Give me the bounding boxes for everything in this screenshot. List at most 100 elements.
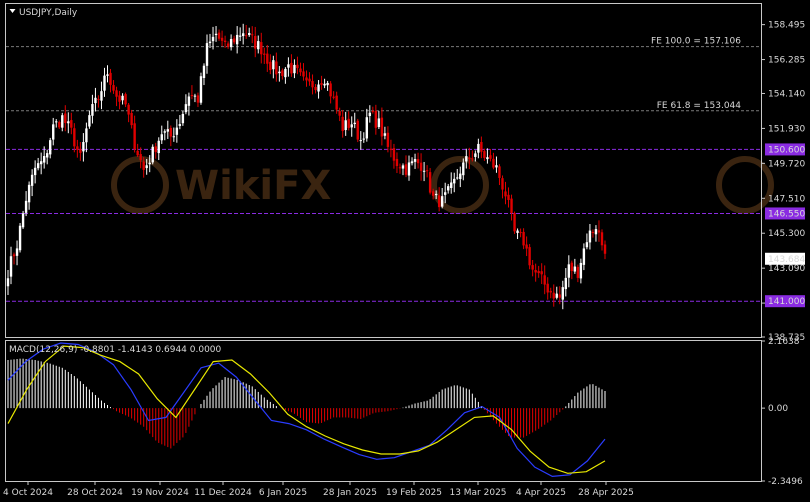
candle-body — [546, 283, 549, 293]
candle-body — [374, 110, 378, 128]
candle-body — [290, 62, 293, 74]
candle-body — [338, 111, 341, 116]
candle-body — [36, 163, 40, 169]
candle-body — [371, 110, 375, 112]
candle-body — [187, 96, 191, 106]
candle-body — [15, 248, 19, 256]
candle-body — [39, 161, 43, 165]
candle-body — [474, 153, 477, 157]
candle-body — [281, 70, 284, 76]
candle-body — [359, 140, 362, 142]
candle-body — [251, 34, 254, 36]
candle-body — [18, 225, 22, 251]
candle-body — [558, 294, 561, 298]
candle-body — [377, 118, 381, 128]
candle-body — [320, 83, 323, 85]
candle-body — [443, 192, 447, 195]
candle-body — [540, 271, 543, 275]
candle-body — [85, 128, 88, 143]
candle-body — [127, 104, 130, 115]
time-axis-label: 28 Oct 2024 — [67, 488, 123, 498]
candle-body — [486, 157, 489, 160]
candle-body — [136, 150, 139, 156]
candle-body — [106, 74, 109, 76]
candle-body — [597, 230, 601, 233]
price-axis-label: 156.285 — [768, 56, 805, 66]
candle-body — [205, 43, 209, 66]
time-axis-label: 6 Jan 2025 — [259, 488, 307, 498]
wikifx-logo-icon — [111, 156, 169, 214]
usdjpy-chart: WikiFX FE 100.0 = 157.106 FE 61.8 = 153.0… — [3, 3, 805, 498]
price-axis-label: 147.510 — [768, 194, 805, 204]
candle-body — [166, 129, 170, 132]
candle-body — [450, 182, 453, 188]
candle-body — [585, 242, 589, 248]
fib-level-label: FE 100.0 = 157.106 — [651, 37, 741, 47]
candle-body — [308, 78, 311, 82]
candle-body — [576, 266, 580, 278]
candle-body — [223, 40, 227, 43]
candle-body — [552, 292, 555, 299]
candle-body — [229, 38, 233, 48]
candle-body — [365, 117, 369, 139]
candle-body — [94, 97, 97, 104]
candle-body — [299, 68, 302, 73]
candle-body — [401, 165, 405, 169]
candle-body — [73, 128, 76, 147]
candle-body — [335, 95, 338, 110]
candle-body — [573, 266, 577, 272]
candle-body — [121, 95, 124, 101]
candle-body — [522, 231, 525, 246]
candle-body — [498, 166, 501, 178]
candle-body — [492, 158, 495, 168]
candle-body — [42, 155, 46, 163]
candle-body — [422, 170, 426, 172]
candle-body — [440, 196, 444, 207]
candle-body — [109, 72, 112, 85]
candle-body — [49, 140, 52, 155]
price-axis-label: 149.720 — [768, 159, 805, 169]
candle-body — [27, 184, 31, 203]
candle-body — [175, 127, 179, 135]
candle-body — [600, 232, 604, 246]
candle-body — [64, 113, 67, 124]
macd-axis-label: -2.3496 — [768, 477, 803, 487]
candle-body — [241, 33, 245, 37]
symbol-menu[interactable]: USDJPY,Daily — [9, 8, 78, 18]
candle-body — [248, 33, 251, 36]
candle-body — [79, 149, 82, 153]
candle-body — [70, 120, 73, 128]
candle-body — [118, 95, 121, 102]
candle-body — [531, 265, 534, 270]
time-axis-label: 13 Mar 2025 — [449, 488, 506, 498]
candle-body — [392, 148, 396, 161]
candle-body — [368, 112, 372, 116]
candle-body — [220, 37, 224, 41]
candle-body — [275, 61, 278, 75]
candle-body — [148, 162, 151, 165]
candle-body — [142, 161, 145, 170]
candle-body — [513, 213, 516, 232]
candle-body — [413, 159, 417, 162]
price-axis-label: 158.495 — [768, 21, 805, 31]
candle-body — [317, 84, 320, 92]
candle-body — [425, 170, 429, 172]
candle-body — [124, 94, 127, 105]
triangle-down-icon[interactable] — [9, 9, 16, 13]
candle-body — [489, 155, 492, 159]
candle-body — [504, 191, 507, 197]
candle-body — [353, 122, 356, 125]
candle-body — [356, 120, 359, 140]
candle-body — [226, 43, 230, 47]
candle-body — [172, 136, 176, 138]
candle-body — [350, 124, 353, 128]
candle-body — [115, 90, 118, 97]
candle-body — [238, 35, 242, 37]
candle-body — [591, 232, 595, 234]
candle-body — [480, 142, 483, 152]
candle-body — [202, 65, 206, 79]
candle-body — [235, 34, 239, 45]
price-level-tag-label: 146.550 — [768, 209, 805, 219]
price-axis-label: 143.090 — [768, 264, 805, 274]
candle-body — [302, 71, 305, 77]
